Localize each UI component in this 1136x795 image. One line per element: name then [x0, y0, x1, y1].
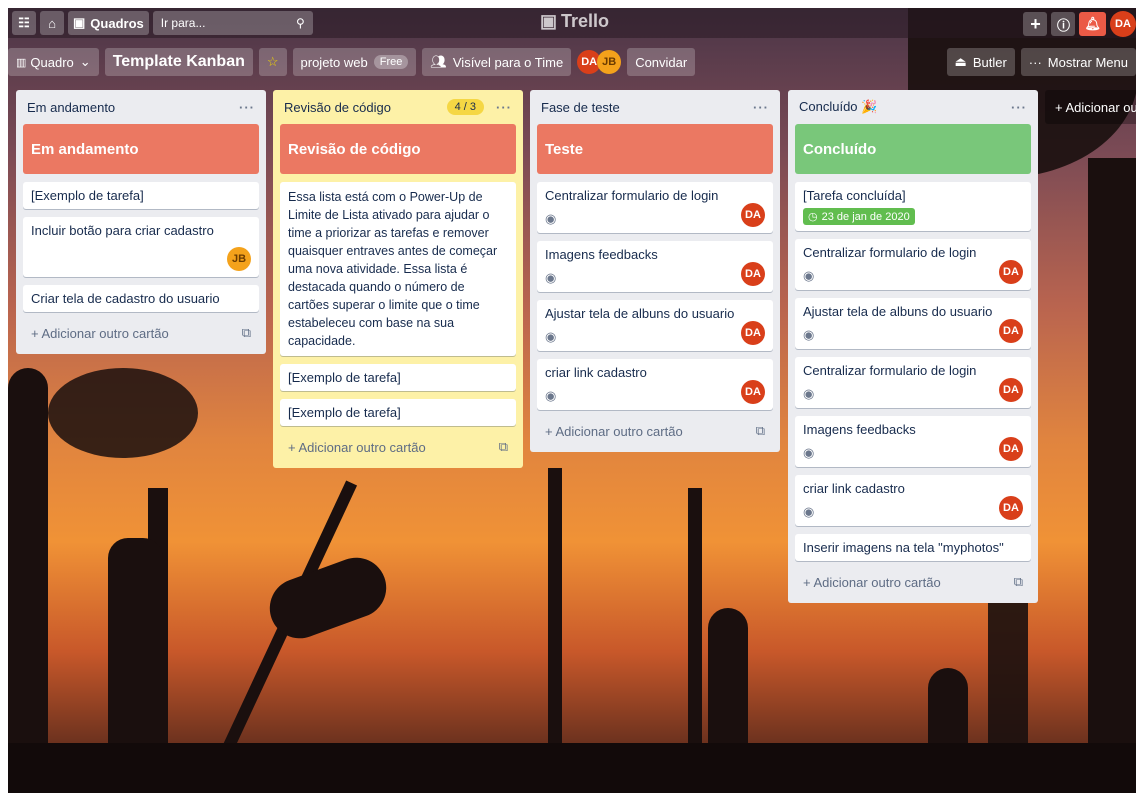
boards-button[interactable]: ▣ Quadros [68, 11, 149, 35]
add-list-button[interactable]: + Adicionar outra lista [1045, 90, 1136, 124]
board-view-switcher[interactable]: ▥ Quadro ⌄ [8, 48, 99, 76]
list-menu-icon[interactable]: ··· [1011, 100, 1027, 115]
list-concluido: Concluído 🎉 ··· Concluído [Tarefa conclu… [788, 90, 1038, 603]
card-template-icon[interactable]: ⧉ [1014, 574, 1023, 590]
card-template-icon[interactable]: ⧉ [242, 325, 251, 341]
card[interactable]: [Exemplo de tarefa] [23, 182, 259, 209]
team-button[interactable]: projeto web Free [292, 48, 417, 76]
card-member-avatar[interactable]: DA [741, 203, 765, 227]
card[interactable]: [Tarefa concluída] ◷ 23 de jan de 2020 [795, 182, 1031, 231]
card[interactable]: Imagens feedbacks ◉ DA [795, 416, 1031, 467]
card[interactable]: Ajustar tela de albuns do usuario ◉ DA [537, 300, 773, 351]
card-member-avatar[interactable]: DA [999, 260, 1023, 284]
watch-eye-icon: ◉ [545, 388, 557, 403]
trello-logo[interactable]: ▣ Trello [540, 11, 609, 32]
add-card-button[interactable]: + Adicionar outro cartão ⧉ [795, 569, 1031, 595]
list-menu-icon[interactable]: ··· [239, 100, 255, 115]
board-view-icon: ▥ [16, 56, 27, 69]
card[interactable]: Centralizar formulario de login ◉ DA [795, 357, 1031, 408]
butler-button[interactable]: ⏏ Butler [946, 48, 1015, 76]
visibility-button[interactable]: 👥︎ Visível para o Time [422, 48, 572, 76]
card[interactable]: [Exemplo de tarefa] [280, 364, 516, 391]
team-visibility-icon: 👥︎ [430, 54, 447, 69]
card[interactable]: Centralizar formulario de login ◉ DA [537, 182, 773, 233]
more-dots-icon: ··· [1028, 54, 1042, 70]
team-plan-badge: Free [373, 55, 409, 69]
list-cover-card[interactable]: Concluído [795, 124, 1031, 174]
boards-icon: ▣ [73, 15, 86, 30]
board-header: ▥ Quadro ⌄ Template Kanban ☆ projeto web… [8, 46, 1136, 78]
trello-logo-icon: ▣ [540, 11, 558, 31]
butler-icon: ⏏ [954, 54, 967, 69]
chevron-down-icon: ⌄ [79, 54, 91, 69]
card[interactable]: Incluir botão para criar cadastro JB [23, 217, 259, 277]
member-avatar-jb[interactable]: JB [597, 50, 622, 74]
star-button[interactable]: ☆ [258, 48, 287, 76]
list-title[interactable]: Fase de teste [541, 100, 620, 115]
list-title[interactable]: Em andamento [27, 100, 115, 115]
card-member-avatar[interactable]: JB [227, 247, 251, 271]
list-cover-card[interactable]: Teste [537, 124, 773, 174]
list-title[interactable]: Concluído 🎉 [799, 99, 877, 115]
card-template-icon[interactable]: ⧉ [756, 423, 765, 439]
list-limit-badge: 4 / 3 [446, 99, 484, 115]
card-member-avatar[interactable]: DA [999, 437, 1023, 461]
create-button[interactable]: + [1023, 12, 1048, 36]
card[interactable]: Imagens feedbacks ◉ DA [537, 241, 773, 292]
list-menu-icon[interactable]: ··· [753, 100, 769, 115]
list-revisao-de-codigo: Revisão de código 4 / 3 ··· Revisão de c… [273, 90, 523, 468]
watch-eye-icon: ◉ [803, 504, 815, 519]
top-header: ☷ ⌂ ▣ Quadros Ir para... ⚲ ▣ Trello + ⓘ … [8, 8, 1136, 38]
add-card-button[interactable]: + Adicionar outro cartão ⧉ [537, 418, 773, 444]
watch-eye-icon: ◉ [803, 386, 815, 401]
card[interactable]: Inserir imagens na tela "myphotos" [795, 534, 1031, 561]
watch-eye-icon: ◉ [545, 211, 557, 226]
clock-icon: ◷ [808, 211, 818, 223]
watch-eye-icon: ◉ [803, 327, 815, 342]
card[interactable]: Criar tela de cadastro do usuario [23, 285, 259, 312]
card[interactable]: [Exemplo de tarefa] [280, 399, 516, 426]
card[interactable]: criar link cadastro ◉ DA [795, 475, 1031, 526]
star-icon: ☆ [266, 54, 279, 69]
card-member-avatar[interactable]: DA [741, 380, 765, 404]
list-title[interactable]: Revisão de código [284, 100, 391, 115]
invite-button[interactable]: Convidar [627, 48, 696, 76]
card-member-avatar[interactable]: DA [999, 378, 1023, 402]
board-title[interactable]: Template Kanban [104, 48, 253, 76]
search-icon: ⚲ [295, 16, 305, 30]
list-em-andamento: Em andamento ··· Em andamento [Exemplo d… [16, 90, 266, 354]
add-card-button[interactable]: + Adicionar outro cartão ⧉ [280, 434, 516, 460]
board-members: DA JB [577, 50, 622, 74]
add-card-button[interactable]: + Adicionar outro cartão ⧉ [23, 320, 259, 346]
due-date-badge[interactable]: ◷ 23 de jan de 2020 [803, 208, 915, 225]
card[interactable]: Ajustar tela de albuns do usuario ◉ DA [795, 298, 1031, 349]
card[interactable]: Centralizar formulario de login ◉ DA [795, 239, 1031, 290]
notifications-bell-icon[interactable]: 🔔︎ [1079, 12, 1106, 36]
list-menu-icon[interactable]: ··· [496, 100, 512, 115]
list-fase-de-teste: Fase de teste ··· Teste Centralizar form… [530, 90, 780, 452]
card-member-avatar[interactable]: DA [999, 319, 1023, 343]
card[interactable]: Essa lista está com o Power-Up de Limite… [280, 182, 516, 356]
watch-eye-icon: ◉ [545, 270, 557, 285]
show-menu-button[interactable]: ··· Mostrar Menu [1020, 48, 1136, 76]
card-member-avatar[interactable]: DA [741, 262, 765, 286]
list-cover-card[interactable]: Em andamento [23, 124, 259, 174]
watch-eye-icon: ◉ [545, 329, 557, 344]
home-icon[interactable]: ⌂ [40, 11, 64, 35]
card-template-icon[interactable]: ⧉ [499, 439, 508, 455]
watch-eye-icon: ◉ [803, 445, 815, 460]
card[interactable]: criar link cadastro ◉ DA [537, 359, 773, 410]
info-icon[interactable]: ⓘ [1051, 12, 1076, 36]
user-avatar[interactable]: DA [1110, 11, 1136, 37]
list-cover-card[interactable]: Revisão de código [280, 124, 516, 174]
apps-grid-icon[interactable]: ☷ [12, 11, 36, 35]
card-member-avatar[interactable]: DA [999, 496, 1023, 520]
card-member-avatar[interactable]: DA [741, 321, 765, 345]
watch-eye-icon: ◉ [803, 268, 815, 283]
search-input[interactable]: Ir para... ⚲ [152, 11, 313, 35]
